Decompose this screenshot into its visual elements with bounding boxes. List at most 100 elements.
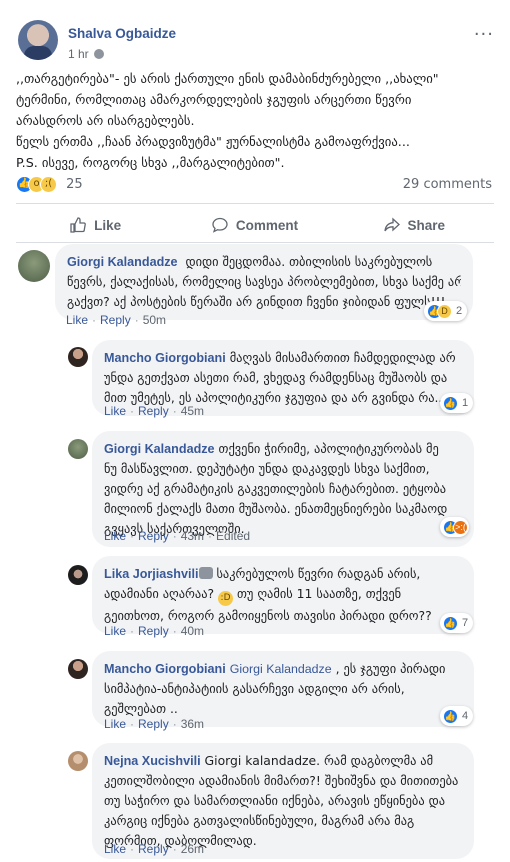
post-time-text[interactable]: 1 hr — [68, 47, 89, 61]
comment-text: დიდი შეცდომაა. თბილისის საკრებულოს — [185, 254, 433, 269]
speech-bubble-icon — [198, 567, 213, 579]
comment-text: უნდა გეთქვათ ასეთი რამ, ვხედავ რამდენსაც… — [104, 370, 448, 385]
post-line: P.S. ისევე, როგორც სხვა ,,მარგალიტებით". — [16, 155, 285, 170]
comment-reactions[interactable]: 👍 1 — [440, 393, 474, 413]
comment-meta: Like · Reply · 40m — [104, 624, 205, 638]
comment-time[interactable]: 26m — [181, 842, 204, 856]
commenter-name[interactable]: Nejna Xucishvili — [104, 754, 201, 768]
comment-reaction-count: 1 — [462, 397, 469, 409]
post-line: არასდროს არ ისარგებლებს. — [16, 113, 195, 128]
comment-button[interactable]: Comment — [175, 208, 334, 242]
comment-reply-link[interactable]: Reply — [138, 529, 169, 543]
like-reaction-icon: 👍 — [443, 708, 458, 724]
like-label[interactable]: Like — [94, 218, 121, 233]
haha-reaction-icon: D — [437, 303, 452, 319]
commenter-name[interactable]: Mancho Giorgobiani — [104, 351, 226, 365]
comment-meta: Like · Reply · 43m · Edited — [104, 529, 251, 543]
sad-reaction-icon[interactable]: ;( — [40, 176, 57, 193]
comment-like-link[interactable]: Like — [66, 313, 88, 327]
more-options-button[interactable]: ··· — [474, 24, 494, 45]
commenter-avatar[interactable] — [68, 439, 88, 459]
comment-reply-link[interactable]: Reply — [138, 624, 169, 638]
comment-text: ადამიანი აღარაა? — [104, 586, 215, 601]
thumbs-up-icon — [70, 217, 87, 233]
commenter-name[interactable]: Mancho Giorgobiani — [104, 662, 226, 676]
post-line: ტერმინი, რომლითაც ამარკორდელების ჯგუფის … — [16, 92, 412, 107]
share-label[interactable]: Share — [408, 218, 446, 233]
comment-reaction-count: 7 — [462, 617, 469, 629]
comment-like-link[interactable]: Like — [104, 529, 126, 543]
comment-text: თქვენი ჭირიმე, აპოლიტიკურობას მე — [218, 441, 439, 456]
share-icon — [383, 217, 400, 232]
like-reaction-icon: 👍 — [443, 615, 458, 631]
comment-like-link[interactable]: Like — [104, 842, 126, 856]
comment-time[interactable]: 43m — [181, 529, 204, 543]
comment-text: გაქვთ? აქ პოსტების წერაში არ გინდით ჩვენ… — [67, 294, 446, 309]
comment-text: თუ საჭირო და სამართლიანი იქნება, არავის … — [104, 793, 446, 808]
comment-bubble: Giorgi Kalandadze დიდი შეცდომაა. თბილისი… — [55, 244, 473, 320]
comment-time[interactable]: 50m — [143, 313, 166, 327]
post-actions: Like Comment Share — [16, 208, 494, 242]
comment-like-link[interactable]: Like — [104, 717, 126, 731]
comment-text: გეშლებათ .. — [104, 701, 178, 716]
comment-like-link[interactable]: Like — [104, 404, 126, 418]
comment-text: გეითხოთ, როგორ გამოიყენოს თავისი პირადი … — [104, 608, 432, 623]
comment-reply-link[interactable]: Reply — [100, 313, 131, 327]
post-text: ,,თარგეტირება"- ეს არის ქართული ენის დამ… — [16, 68, 494, 173]
comment-text: Giorgi kalandadze. რამ დაგბოლმა ამ — [204, 753, 434, 768]
commenter-name[interactable]: Lika Jorjiashvili — [104, 567, 199, 581]
comment-meta: Like · Reply · 45m — [104, 404, 205, 418]
comment-reply-link[interactable]: Reply — [138, 842, 169, 856]
comment-time[interactable]: 40m — [181, 624, 204, 638]
comment-label[interactable]: Comment — [236, 218, 298, 233]
comment-text: კეთილშობილი ადამიანის მიმართ?! შეხიშვნა … — [104, 773, 459, 788]
post-time[interactable]: 1 hr — [68, 47, 104, 61]
comment-bubble: Lika Jorjiashvili საკრებულოს წევრი რადგა… — [92, 556, 474, 634]
commenter-name[interactable]: Giorgi Kalandadze — [67, 255, 178, 269]
comments-count[interactable]: 29 comments — [403, 177, 492, 192]
mentioned-user[interactable]: Giorgi Kalandadze — [230, 662, 332, 676]
comment-text: მილიონ ქალაქს მათი მუშაობა. ენათმეცნიერე… — [104, 501, 448, 516]
author-name[interactable]: Shalva Ogbaidze — [68, 26, 176, 41]
comment-time[interactable]: 45m — [181, 404, 204, 418]
reaction-count[interactable]: 25 — [66, 177, 83, 192]
commenter-avatar[interactable] — [18, 250, 50, 282]
post-line: ,,თარგეტირება"- ეს არის ქართული ენის დამ… — [16, 71, 439, 86]
commenter-avatar[interactable] — [68, 659, 88, 679]
commenter-avatar[interactable] — [68, 565, 88, 585]
comment-text: საკრებულოს წევრი რადგან არის, — [216, 566, 421, 581]
post-header: Shalva Ogbaidze 1 hr ··· — [18, 20, 498, 64]
commenter-avatar[interactable] — [68, 347, 88, 367]
comment-meta: Like · Reply · 36m — [104, 717, 205, 731]
comment-text: თუ ღამის 11 საათზე, თქვენ — [236, 586, 402, 601]
comment-reactions[interactable]: 👍 D 2 — [424, 301, 468, 321]
comment-like-link[interactable]: Like — [104, 624, 126, 638]
comment-time[interactable]: 36m — [181, 717, 204, 731]
comment-reactions[interactable]: 👍 4 — [440, 706, 474, 726]
share-button[interactable]: Share — [335, 208, 494, 242]
comment-edited[interactable]: Edited — [216, 529, 250, 543]
comment-text: კარგიც იქნება გათვალისწინებული, მაგრამ ა… — [104, 813, 415, 828]
author-avatar[interactable] — [18, 20, 58, 60]
comment-text: ვიდრე აქ გრამატიკის გაკვეთილების ჩატარებ… — [104, 481, 447, 496]
like-button[interactable]: Like — [16, 208, 175, 242]
comment-text: მაღვას მისამართით ჩამდედილად არ — [229, 350, 456, 365]
reactions-summary: 👍 o ;( 25 29 comments — [16, 176, 494, 196]
commenter-name[interactable]: Giorgi Kalandadze — [104, 442, 215, 456]
comment-icon — [212, 217, 228, 233]
globe-icon — [93, 49, 104, 59]
comment-text: , ეს ჯგუფი პირადი — [335, 661, 446, 676]
angry-reaction-icon: >:( — [453, 519, 468, 535]
smile-emoji-icon: :D — [218, 591, 234, 606]
comment-reactions[interactable]: 👍 7 — [440, 613, 474, 633]
comment-reaction-count: 2 — [456, 305, 463, 317]
comment-text: ნუ მასწავლით. დეპუტატი უნდა დაკავდეს სხვ… — [104, 461, 430, 476]
comment-reaction-count: 4 — [462, 710, 469, 722]
comment-meta: Like · Reply · 26m — [104, 842, 205, 856]
like-reaction-icon: 👍 — [443, 395, 458, 411]
comment-reactions[interactable]: 👍 >:( — [440, 517, 469, 537]
comment-text: წევრს, ქალაქისას, რომელიც სავსეა პრობლემ… — [67, 274, 461, 289]
commenter-avatar[interactable] — [68, 751, 88, 771]
comment-reply-link[interactable]: Reply — [138, 404, 169, 418]
comment-reply-link[interactable]: Reply — [138, 717, 169, 731]
